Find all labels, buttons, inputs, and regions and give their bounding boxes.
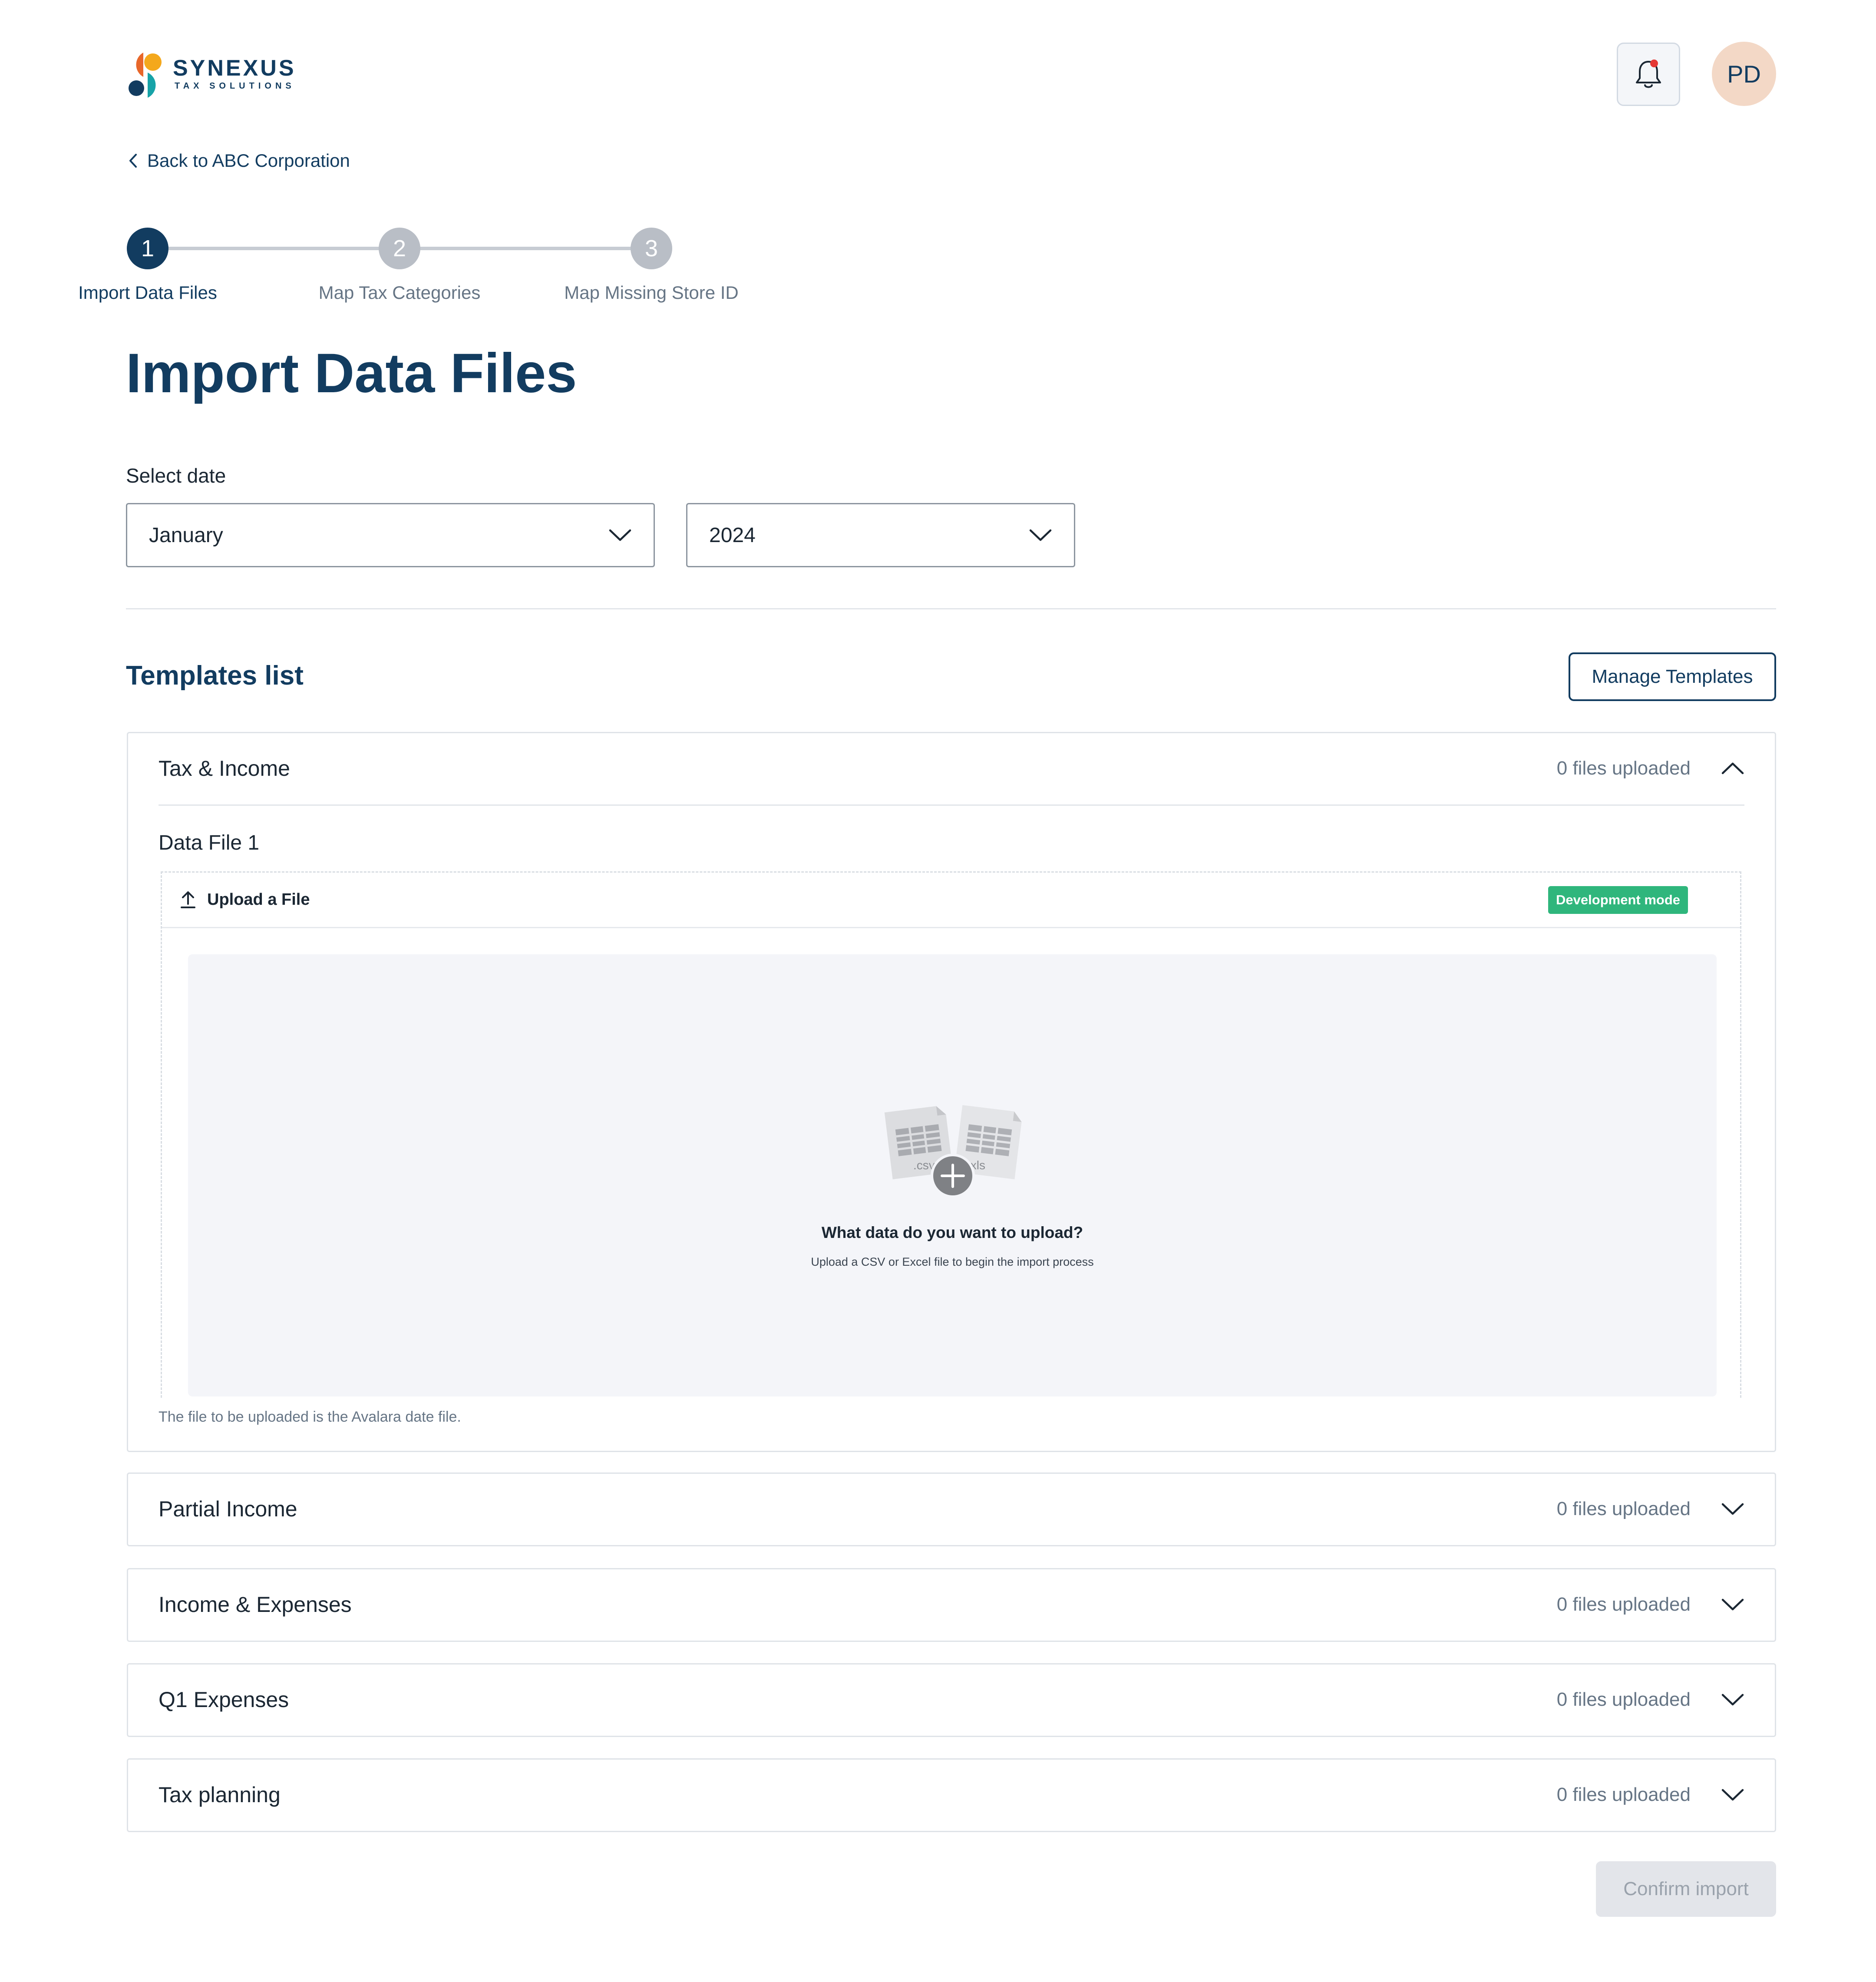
select-date-label: Select date [126, 464, 226, 487]
confirm-import-button[interactable]: Confirm import [1596, 1861, 1776, 1917]
chevron-down-icon [609, 529, 631, 541]
data-file-label: Data File 1 [159, 831, 260, 854]
chevron-up-icon[interactable] [1721, 762, 1744, 775]
step-2-label: Map Tax Categories [318, 282, 481, 303]
files-uploaded-count: 0 files uploaded [1556, 1498, 1691, 1519]
upload-header: Upload a File Development mode [162, 873, 1740, 928]
chevron-down-icon[interactable] [1721, 1502, 1744, 1515]
month-select-value: January [149, 523, 223, 547]
accordion-title: Q1 Expenses [159, 1688, 289, 1712]
accordion-header[interactable]: Partial Income 0 files uploaded [159, 1474, 1744, 1544]
template-accordion-income-expenses: Income & Expenses 0 files uploaded [127, 1568, 1776, 1642]
bell-icon [1636, 60, 1661, 88]
files-uploaded-count: 0 files uploaded [1556, 1689, 1691, 1710]
year-select[interactable]: 2024 [686, 503, 1075, 567]
section-divider [126, 608, 1776, 609]
step-1-label: Import Data Files [78, 282, 217, 303]
brand-tagline: TAX SOLUTIONS [175, 81, 295, 91]
chevron-down-icon[interactable] [1721, 1598, 1744, 1611]
chevron-down-icon[interactable] [1721, 1693, 1744, 1706]
step-1-indicator[interactable]: 1 [127, 228, 168, 269]
back-link-label: Back to ABC Corporation [147, 150, 350, 171]
upload-title-label: Upload a File [207, 890, 310, 909]
year-select-value: 2024 [709, 523, 756, 547]
template-accordion-partial-income: Partial Income 0 files uploaded [127, 1472, 1776, 1546]
brand-logo[interactable]: SYNEXUS TAX SOLUTIONS [126, 50, 308, 98]
synexus-logo-mark [129, 53, 162, 98]
manage-templates-button[interactable]: Manage Templates [1569, 652, 1776, 701]
upload-helper-text: The file to be uploaded is the Avalara d… [159, 1409, 461, 1425]
accordion-header[interactable]: Q1 Expenses 0 files uploaded [159, 1664, 1744, 1735]
file-upload-widget: Upload a File Development mode .csv .xls… [161, 871, 1741, 1398]
step-connector [168, 247, 380, 250]
user-avatar[interactable]: PD [1712, 42, 1776, 106]
templates-list-title: Templates list [126, 661, 304, 691]
template-accordion-tax-income: Tax & Income 0 files uploaded Data File … [127, 732, 1776, 1452]
files-uploaded-count: 0 files uploaded [1556, 1784, 1691, 1805]
accordion-title: Tax planning [159, 1783, 281, 1807]
upload-title[interactable]: Upload a File [180, 890, 310, 909]
chevron-down-icon[interactable] [1721, 1788, 1744, 1801]
accordion-title: Tax & Income [159, 756, 290, 781]
step-3-label: Map Missing Store ID [564, 282, 739, 303]
drop-zone-instructions: Upload a CSV or Excel file to begin the … [811, 1255, 1094, 1268]
template-accordion-tax-planning: Tax planning 0 files uploaded [127, 1758, 1776, 1832]
files-uploaded-count: 0 files uploaded [1556, 758, 1691, 779]
accordion-header[interactable]: Tax planning 0 files uploaded [159, 1760, 1744, 1830]
month-select[interactable]: January [126, 503, 655, 567]
accordion-header[interactable]: Tax & Income 0 files uploaded [159, 733, 1744, 804]
file-drop-zone[interactable]: .csv .xls What data do you want to uploa… [188, 954, 1717, 1396]
template-accordion-q1-expenses: Q1 Expenses 0 files uploaded [127, 1663, 1776, 1737]
upload-icon [181, 891, 195, 908]
chevron-left-icon [129, 154, 137, 168]
development-mode-badge: Development mode [1548, 886, 1688, 914]
accordion-title: Partial Income [159, 1497, 297, 1521]
back-link[interactable]: Back to ABC Corporation [128, 150, 350, 172]
files-uploaded-count: 0 files uploaded [1556, 1594, 1691, 1615]
accordion-divider [159, 804, 1744, 806]
notifications-button[interactable] [1617, 43, 1680, 106]
step-2-indicator[interactable]: 2 [379, 228, 420, 269]
chevron-down-icon [1029, 529, 1052, 541]
drop-zone-question: What data do you want to upload? [821, 1224, 1083, 1241]
page-title: Import Data Files [126, 342, 577, 404]
step-connector [419, 247, 632, 250]
csv-xls-files-icon: .csv .xls [884, 1105, 1022, 1198]
step-3-indicator[interactable]: 3 [631, 228, 672, 269]
accordion-title: Income & Expenses [159, 1592, 352, 1617]
brand-name: SYNEXUS [173, 56, 296, 81]
accordion-header[interactable]: Income & Expenses 0 files uploaded [159, 1569, 1744, 1640]
